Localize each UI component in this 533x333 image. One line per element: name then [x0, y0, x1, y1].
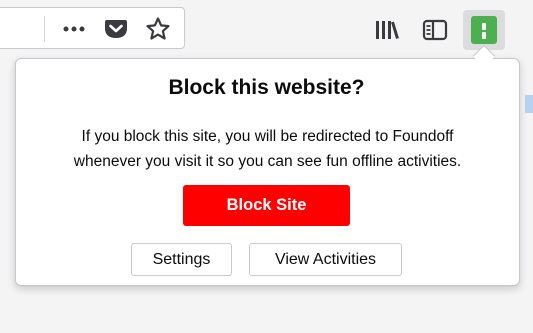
bookmark-star-icon[interactable] — [144, 15, 172, 43]
sidebar-icon[interactable] — [421, 17, 449, 43]
pocket-icon[interactable] — [103, 16, 129, 42]
popup-description: If you block this site, you will be redi… — [30, 124, 505, 174]
browser-toolbar — [0, 0, 533, 60]
block-site-button[interactable]: Block Site — [183, 185, 350, 226]
settings-button[interactable]: Settings — [131, 243, 232, 276]
popup-description-line2: whenever you visit it so you can see fun… — [73, 153, 462, 170]
block-site-extension-icon — [471, 16, 497, 44]
popup-description-line1: If you block this site, you will be redi… — [81, 128, 454, 145]
url-bar-separator — [44, 16, 45, 42]
library-icon[interactable] — [373, 17, 401, 43]
more-options-icon[interactable] — [61, 18, 87, 40]
popup-title: Block this website? — [168, 76, 365, 99]
url-bar[interactable] — [0, 7, 185, 49]
view-activities-button[interactable]: View Activities — [249, 243, 402, 276]
